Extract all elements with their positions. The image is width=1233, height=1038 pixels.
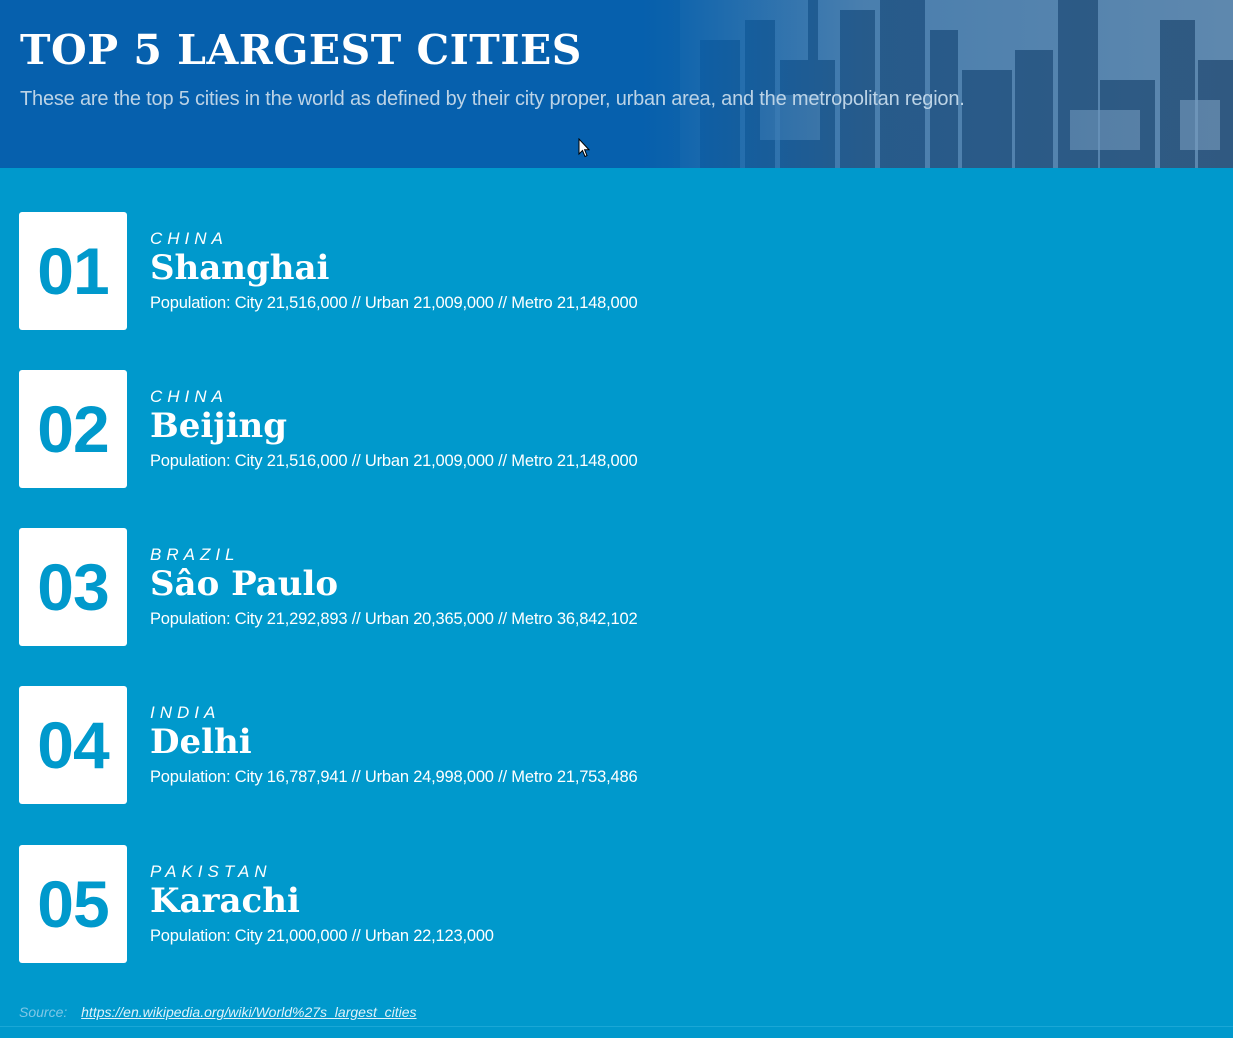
source-label: Source:	[19, 1004, 68, 1020]
rank-number: 01	[37, 234, 109, 308]
city-name: Karachi	[150, 881, 300, 921]
city-item-sao-paulo: 03 BRAZIL Sâo Paulo Population: City 21,…	[19, 528, 719, 646]
city-item-beijing: 02 CHINA Beijing Population: City 21,516…	[19, 370, 719, 488]
rank-number: 03	[37, 550, 109, 624]
city-item-shanghai: 01 CHINA Shanghai Population: City 21,51…	[19, 212, 719, 330]
population-text: Population: City 21,000,000 // Urban 22,…	[150, 927, 494, 945]
rank-number: 05	[37, 867, 109, 941]
population-text: Population: City 21,516,000 // Urban 21,…	[150, 294, 638, 312]
country-label: BRAZIL	[150, 545, 240, 564]
source-link[interactable]: https://en.wikipedia.org/wiki/World%27s_…	[81, 1004, 416, 1020]
mouse-cursor-icon	[578, 138, 590, 158]
page-title: TOP 5 LARGEST CITIES	[20, 26, 582, 74]
city-item-karachi: 05 PAKISTAN Karachi Population: City 21,…	[19, 845, 719, 963]
country-label: PAKISTAN	[150, 862, 272, 881]
page-subtitle: These are the top 5 cities in the world …	[20, 88, 965, 110]
rank-badge: 03	[19, 528, 127, 646]
country-label: CHINA	[150, 387, 228, 406]
bottom-divider	[0, 1026, 1233, 1027]
city-name: Sâo Paulo	[150, 564, 339, 604]
city-name: Shanghai	[150, 248, 330, 288]
city-name: Beijing	[150, 406, 287, 446]
population-text: Population: City 21,292,893 // Urban 20,…	[150, 610, 638, 628]
rank-number: 02	[37, 392, 109, 466]
rank-badge: 01	[19, 212, 127, 330]
rank-badge: 02	[19, 370, 127, 488]
source-credit: Source: https://en.wikipedia.org/wiki/Wo…	[19, 1004, 417, 1020]
rank-number: 04	[37, 708, 109, 782]
rank-badge: 04	[19, 686, 127, 804]
population-text: Population: City 16,787,941 // Urban 24,…	[150, 768, 638, 786]
page-header: TOP 5 LARGEST CITIES These are the top 5…	[0, 0, 1233, 168]
country-label: CHINA	[150, 229, 228, 248]
city-name: Delhi	[150, 722, 252, 762]
city-item-delhi: 04 INDIA Delhi Population: City 16,787,9…	[19, 686, 719, 804]
country-label: INDIA	[150, 703, 221, 722]
rank-badge: 05	[19, 845, 127, 963]
population-text: Population: City 21,516,000 // Urban 21,…	[150, 452, 638, 470]
